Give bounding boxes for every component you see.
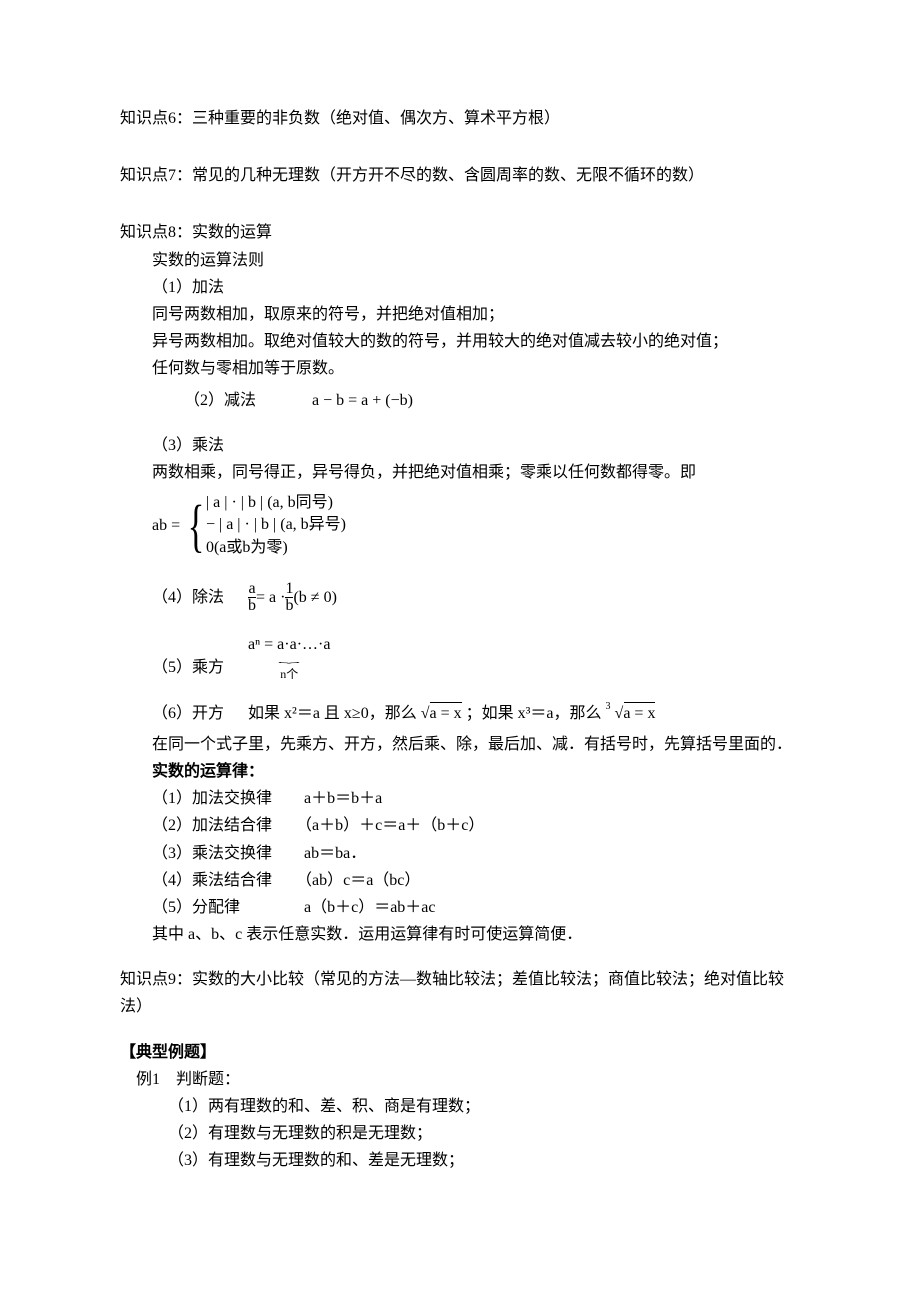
kp8-title: 知识点8：实数的运算 — [120, 219, 800, 246]
knowledge-point-8: 知识点8：实数的运算 实数的运算法则 （1）加法 同号两数相加，取原来的符号，并… — [120, 219, 800, 948]
kp8-division-heading: （4）除法 — [152, 584, 224, 611]
example-1-line2: （2）有理数与无理数的积是无理数； — [120, 1120, 800, 1147]
kp8-subtraction-heading: （2）减法 — [152, 387, 256, 414]
knowledge-point-9: 知识点9：实数的大小比较（常见的方法—数轴比较法；差值比较法；商值比较法；绝对值… — [120, 966, 800, 1020]
example-1-line1: （1）两有理数的和、差、积、商是有理数； — [120, 1093, 800, 1120]
law-4: （4）乘法结合律 （ab）c＝a（bc） — [120, 867, 800, 894]
laws-note: 其中 a、b、c 表示任意实数．运用运算律有时可使运算简便． — [120, 921, 800, 948]
kp8-root-line: （6）开方 如果 x²＝a 且 x≥0，那么 √a = x ；如果 x³＝a，那… — [152, 700, 800, 727]
kp8-addition-line2: 异号两数相加。取绝对值较大的数的符号，并用较大的绝对值减去较小的绝对值； — [120, 328, 800, 355]
kp8-addition-heading: （1）加法 — [120, 274, 800, 301]
example-1-heading: 例1 判断题： — [120, 1066, 800, 1093]
power-formula: aⁿ = a·a·…·a ⏟ n个 — [248, 636, 330, 681]
root-cond-2: ；如果 x³＝a，那么 — [466, 705, 602, 722]
kp8-rules-heading: 实数的运算法则 — [120, 247, 800, 274]
kp8-order-of-operations: 在同一个式子里，先乘方、开方，然后乘、除，最后加、减．有括号时，先算括号里面的． — [120, 731, 800, 758]
example-1-line3: （3）有理数与无理数的和、差是无理数； — [120, 1147, 800, 1174]
root-expr-2: 3 √a = x — [606, 705, 656, 722]
brace-line-zero: 0(a或b为零) — [206, 537, 346, 559]
brace-line-diff-sign: − | a | · | b | (a, b异号) — [206, 514, 346, 536]
root-expr-1: √a = x — [421, 705, 466, 722]
laws-title: 实数的运算律： — [120, 758, 800, 785]
subtraction-formula: a − b = a + (−b) — [280, 387, 413, 414]
kp8-addition-line1: 同号两数相加，取原来的符号，并把绝对值相加； — [120, 301, 800, 328]
kp8-root-heading: （6）开方 — [152, 705, 224, 722]
brace-line-same-sign: | a | · | b | (a, b同号) — [206, 492, 346, 514]
multiplication-brace-formula: ab = { | a | · | b | (a, b同号) − | a | · … — [152, 492, 800, 559]
law-5: （5）分配律 a（b＋c）＝ab＋ac — [120, 894, 800, 921]
kp8-addition-line3: 任何数与零相加等于原数。 — [120, 355, 800, 382]
law-1: （1）加法交换律 a＋b＝b＋a — [120, 785, 800, 812]
kp8-multiplication-line1: 两数相乘，同号得正，异号得负，并把绝对值相乘；零乘以任何数都得零。即 — [120, 459, 800, 486]
law-3: （3）乘法交换律 ab＝ba． — [120, 840, 800, 867]
root-cond-1: 如果 x²＝a 且 x≥0，那么 — [248, 705, 417, 722]
examples-title: 【典型例题】 — [120, 1039, 800, 1066]
kp8-multiplication-heading: （3）乘法 — [120, 432, 800, 459]
kp8-power-heading: （5）乘方 — [152, 654, 224, 681]
division-formula: a b = a · 1 b (b ≠ 0) — [248, 581, 337, 614]
knowledge-point-7: 知识点7：常见的几种无理数（开方开不尽的数、含圆周率的数、无限不循环的数） — [120, 162, 800, 189]
knowledge-point-6: 知识点6：三种重要的非负数（绝对值、偶次方、算术平方根） — [120, 105, 800, 132]
law-2: （2）加法结合律 （a＋b）＋c＝a＋（b＋c） — [120, 812, 800, 839]
